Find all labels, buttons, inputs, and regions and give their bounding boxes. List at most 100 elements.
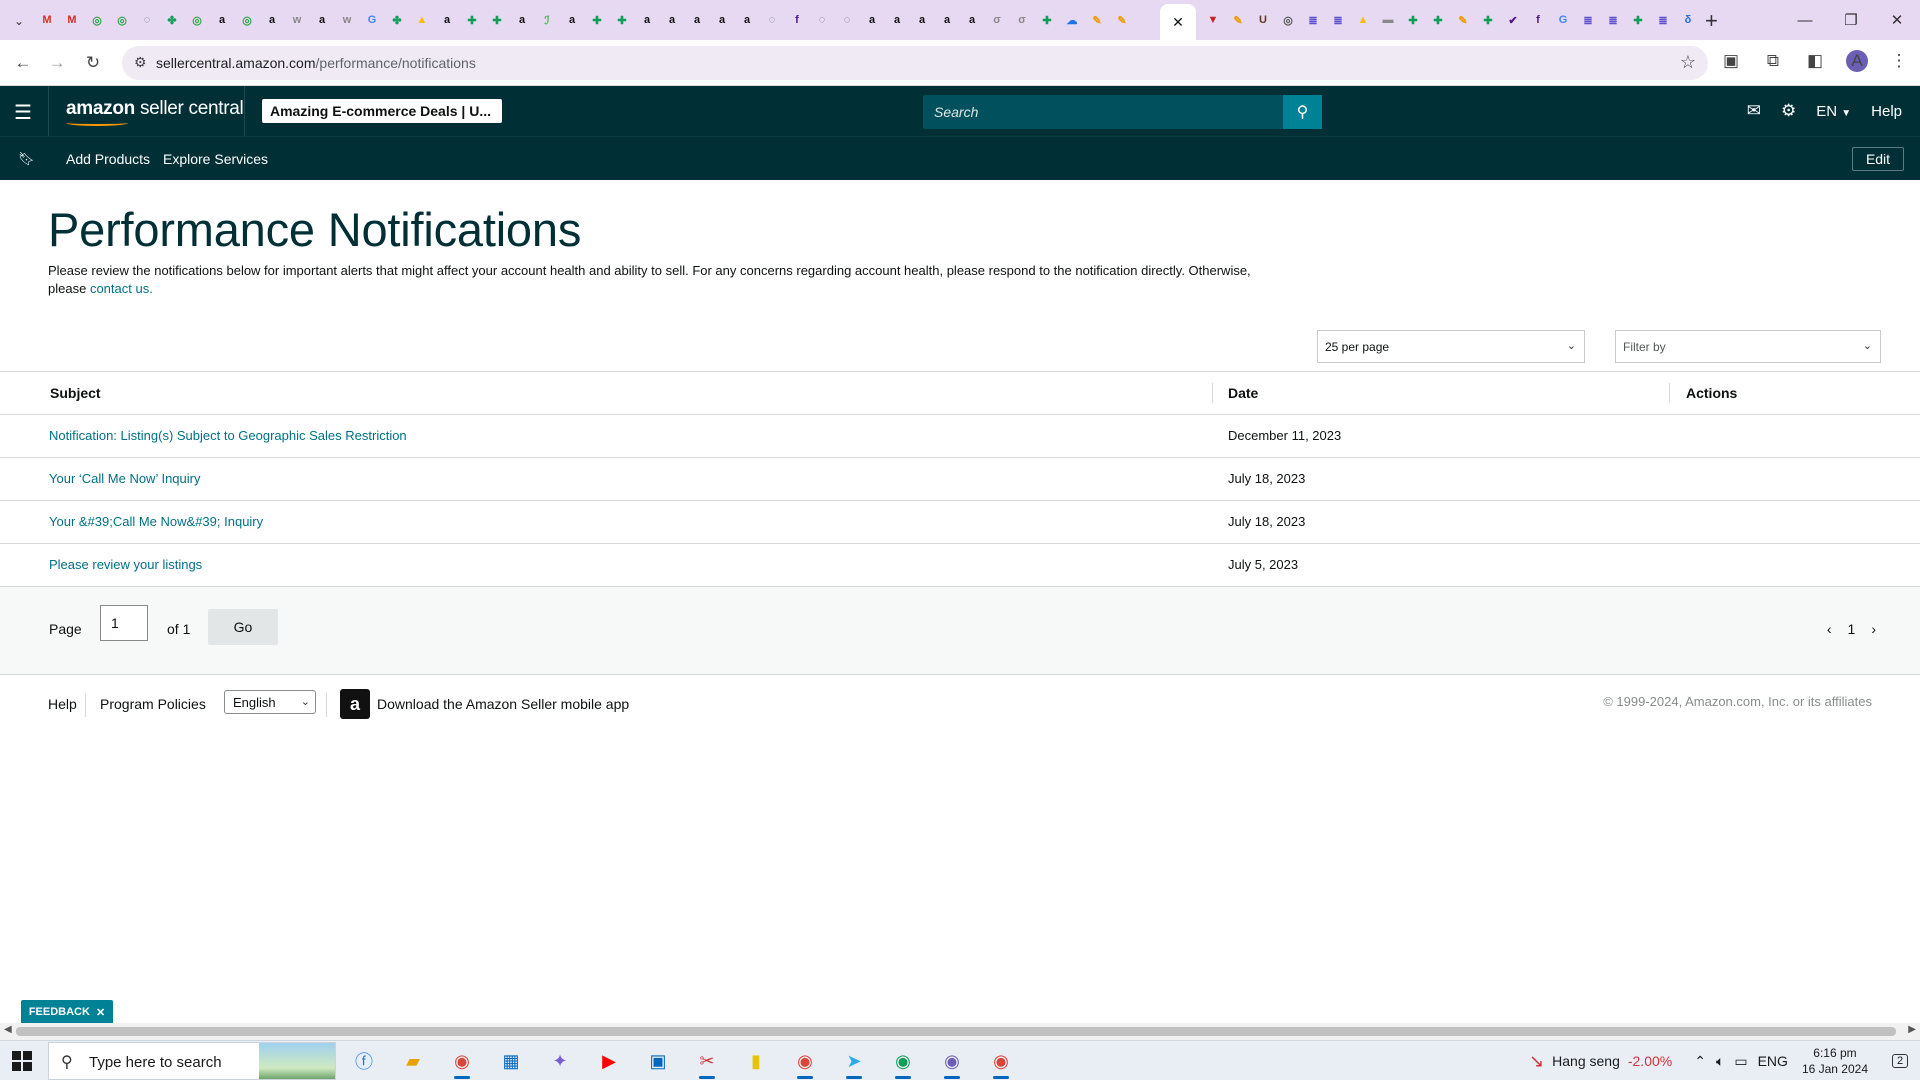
calculator-icon[interactable]: ▦ bbox=[495, 1047, 527, 1075]
contact-us-link[interactable]: contact us. bbox=[90, 281, 153, 296]
tab-favicon[interactable]: ℐ bbox=[538, 11, 556, 29]
input-language[interactable]: ENG bbox=[1758, 1053, 1788, 1070]
page-number-input[interactable]: 1 bbox=[100, 605, 148, 641]
browser-menu-icon[interactable]: ⋮ bbox=[1888, 51, 1910, 71]
tab-favicon[interactable]: M bbox=[38, 11, 56, 29]
tab-favicon[interactable]: ◎ bbox=[1279, 11, 1297, 29]
mail-icon[interactable]: ✉ bbox=[1747, 101, 1761, 121]
file-explorer-icon[interactable]: ▰ bbox=[397, 1047, 429, 1075]
tab-favicon[interactable]: a bbox=[213, 11, 231, 29]
tab-close-icon[interactable]: ✕ bbox=[1172, 14, 1184, 31]
tab-favicon[interactable]: G bbox=[363, 11, 381, 29]
bookmark-icon[interactable]: 🔖︎ bbox=[18, 151, 35, 167]
tab-favicon[interactable]: ◎ bbox=[188, 11, 206, 29]
active-tab[interactable]: ✕ bbox=[1160, 4, 1196, 40]
subnav-add-products[interactable]: Add Products bbox=[66, 151, 150, 167]
subnav-explore-services[interactable]: Explore Services bbox=[163, 151, 268, 167]
tab-favicon[interactable]: ✚ bbox=[1629, 11, 1647, 29]
horizontal-scrollbar[interactable]: ◀ ▶ bbox=[0, 1023, 1920, 1040]
tab-favicon[interactable]: a bbox=[563, 11, 581, 29]
new-tab-button[interactable]: + bbox=[1705, 8, 1718, 34]
tab-favicon[interactable]: ✚ bbox=[1038, 11, 1056, 29]
tab-favicon[interactable]: ✔ bbox=[1504, 11, 1522, 29]
restore-button[interactable]: ❐ bbox=[1828, 0, 1874, 40]
footer-help-link[interactable]: Help bbox=[48, 696, 77, 712]
filter-by-dropdown[interactable]: Filter by ⌄ bbox=[1615, 330, 1881, 363]
tab-favicon[interactable]: ✚ bbox=[1429, 11, 1447, 29]
tab-favicon[interactable]: G bbox=[1554, 11, 1572, 29]
tab-favicon[interactable]: ◎ bbox=[88, 11, 106, 29]
tab-favicon[interactable]: a bbox=[638, 11, 656, 29]
chrome-icon[interactable]: ◉ bbox=[887, 1047, 919, 1079]
tab-favicon[interactable]: ✤ bbox=[163, 11, 181, 29]
notification-center-icon[interactable]: 2 bbox=[1880, 1041, 1920, 1080]
reload-icon[interactable]: ↻ bbox=[82, 52, 104, 74]
minimize-button[interactable]: — bbox=[1782, 0, 1828, 40]
taskbar-search[interactable]: ⚲ Type here to search bbox=[48, 1042, 336, 1080]
tab-favicon[interactable]: ≣ bbox=[1329, 11, 1347, 29]
tab-favicon[interactable]: ✚ bbox=[463, 11, 481, 29]
tab-favicon[interactable]: ◌ bbox=[763, 11, 781, 29]
tab-favicon[interactable]: ▬ bbox=[1379, 11, 1397, 29]
tab-favicon[interactable]: a bbox=[663, 11, 681, 29]
back-icon[interactable]: ← bbox=[12, 52, 34, 74]
tab-favicon[interactable]: a bbox=[313, 11, 331, 29]
tab-favicon[interactable]: ≣ bbox=[1654, 11, 1672, 29]
tab-favicon[interactable]: ≣ bbox=[1579, 11, 1597, 29]
chrome-icon[interactable]: ◉ bbox=[789, 1047, 821, 1079]
tab-favicon[interactable]: ✚ bbox=[488, 11, 506, 29]
bookmark-star-icon[interactable]: ☆ bbox=[1680, 52, 1696, 73]
feedback-tab[interactable]: FEEDBACK ✕ bbox=[21, 1000, 113, 1024]
tab-favicon[interactable]: ✚ bbox=[588, 11, 606, 29]
tab-favicon[interactable]: ◌ bbox=[813, 11, 831, 29]
address-bar[interactable]: ⚙ sellercentral.amazon.com/performance/n… bbox=[122, 46, 1708, 80]
edit-nav-button[interactable]: Edit bbox=[1852, 147, 1904, 171]
close-window-button[interactable]: ✕ bbox=[1874, 0, 1920, 40]
profile-avatar[interactable]: A bbox=[1846, 50, 1868, 72]
windows-start-icon[interactable] bbox=[12, 1051, 32, 1071]
notification-subject-link[interactable]: Your &#39;Call Me Now&#39; Inquiry bbox=[49, 514, 263, 529]
forward-icon[interactable]: → bbox=[46, 52, 68, 74]
tab-favicon[interactable]: ▲ bbox=[1354, 11, 1372, 29]
tab-favicon[interactable]: a bbox=[863, 11, 881, 29]
footer-program-policies-link[interactable]: Program Policies bbox=[100, 696, 206, 712]
tab-favicon[interactable]: σ bbox=[988, 11, 1006, 29]
footer-language-select[interactable]: English ⌄ bbox=[224, 690, 316, 714]
tab-favicon[interactable]: ✚ bbox=[613, 11, 631, 29]
tab-favicon[interactable]: ▲ bbox=[413, 11, 431, 29]
settings-gear-icon[interactable]: ⚙ bbox=[1781, 101, 1796, 121]
tab-favicon[interactable]: ≣ bbox=[1604, 11, 1622, 29]
tab-favicon[interactable]: ☁ bbox=[1063, 11, 1081, 29]
tab-favicon[interactable]: ◎ bbox=[113, 11, 131, 29]
extension-off-icon[interactable]: ▣ bbox=[1720, 51, 1742, 71]
tab-favicon[interactable]: ✎ bbox=[1229, 11, 1247, 29]
search-input[interactable] bbox=[923, 95, 1283, 129]
tab-favicon[interactable]: M bbox=[63, 11, 81, 29]
tab-favicon[interactable]: ✎ bbox=[1113, 11, 1131, 29]
chrome-icon[interactable]: ◉ bbox=[985, 1047, 1017, 1079]
tab-favicon[interactable]: U bbox=[1254, 11, 1272, 29]
tab-favicon[interactable]: a bbox=[913, 11, 931, 29]
telegram-icon[interactable]: ➤ bbox=[838, 1047, 870, 1079]
tab-favicon[interactable]: w bbox=[288, 11, 306, 29]
tab-favicon[interactable]: a bbox=[438, 11, 456, 29]
tab-favicon[interactable]: ✤ bbox=[388, 11, 406, 29]
store-icon[interactable]: ▣ bbox=[642, 1047, 674, 1075]
tab-favicon[interactable]: w bbox=[338, 11, 356, 29]
tab-search-button[interactable]: ⌄ bbox=[8, 10, 30, 32]
tab-favicon[interactable]: a bbox=[263, 11, 281, 29]
chevron-right-icon[interactable]: › bbox=[1871, 621, 1876, 637]
site-info-icon[interactable]: ⚙ bbox=[134, 54, 147, 71]
seller-central-logo[interactable]: amazon seller central bbox=[66, 98, 244, 126]
column-header-date[interactable]: Date bbox=[1228, 385, 1258, 401]
tab-favicon[interactable]: a bbox=[938, 11, 956, 29]
tab-favicon[interactable]: a bbox=[738, 11, 756, 29]
notification-subject-link[interactable]: Please review your listings bbox=[49, 557, 202, 572]
notification-subject-link[interactable]: Notification: Listing(s) Subject to Geog… bbox=[49, 428, 407, 443]
tab-favicon[interactable]: ✎ bbox=[1088, 11, 1106, 29]
tab-favicon[interactable]: a bbox=[963, 11, 981, 29]
tab-favicon[interactable]: δ bbox=[1679, 11, 1697, 29]
speaker-icon[interactable]: 🔈︎ bbox=[1716, 1053, 1724, 1070]
tab-favicon[interactable]: ✎ bbox=[1454, 11, 1472, 29]
tab-favicon[interactable]: a bbox=[513, 11, 531, 29]
